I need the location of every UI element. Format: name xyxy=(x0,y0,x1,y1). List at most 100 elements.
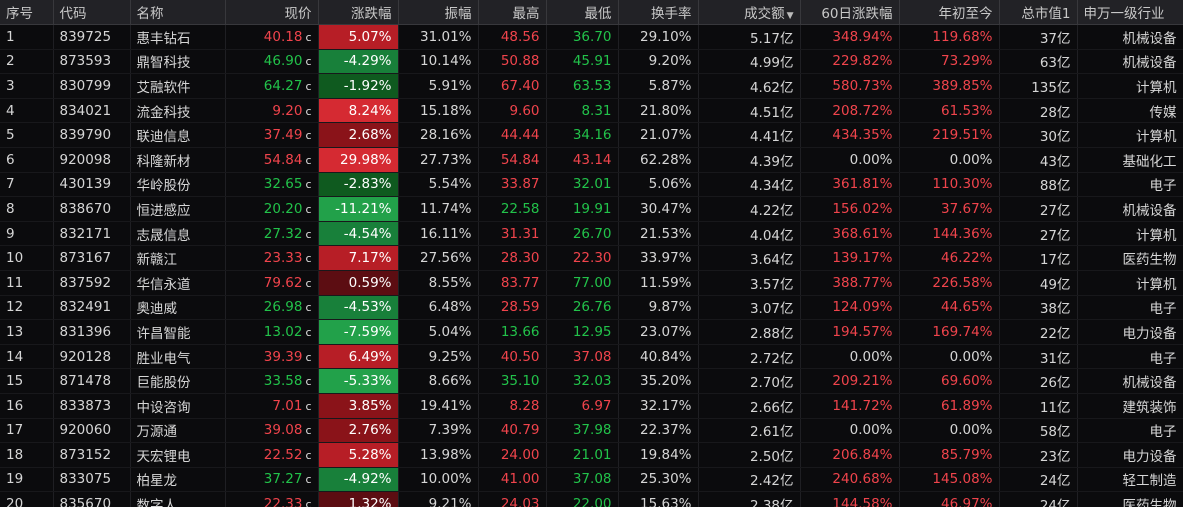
change-ytd: 389.85% xyxy=(899,73,1000,99)
change-ytd-value: 144.36% xyxy=(932,225,993,242)
stock-name-value: 惠丰钻石 xyxy=(136,30,191,47)
industry-value: 医药生物 xyxy=(1122,252,1177,269)
table-row[interactable]: 8 838670 恒进感应 20.20 c -11.21% 11.74% 22.58 19.91… xyxy=(0,196,1183,222)
stock-code-value: 833075 xyxy=(59,471,112,488)
industry-value: 电子 xyxy=(1149,178,1177,195)
table-row[interactable]: 10 873167 新赣江 23.33 c 7.17% 27.56% 28.30 22.30 33… xyxy=(0,245,1183,271)
table-row[interactable]: 20 835670 数字人 22.33 c 1.32% 9.21% 24.03 22.00 15.… xyxy=(0,491,1183,507)
amplitude: 7.39% xyxy=(398,418,479,444)
market-cap: 49亿 xyxy=(999,270,1078,296)
stock-code-value: 830799 xyxy=(59,77,112,94)
table-row[interactable]: 13 831396 许昌智能 13.02 c -7.59% 5.04% 13.66 12.95 2… xyxy=(0,319,1183,345)
trading-volume: 2.70亿 xyxy=(698,368,801,394)
table-row[interactable]: 19 833075 柏星龙 37.27 c -4.92% 10.00% 41.00 37.08 2… xyxy=(0,467,1183,493)
col-header-industry[interactable]: 申万一级行业 xyxy=(1077,0,1183,25)
change-ytd: 0.00% xyxy=(899,147,1000,173)
market-cap: 26亿 xyxy=(999,368,1078,394)
change-60d-value: 194.57% xyxy=(832,323,893,340)
current-price-value: 39.39 xyxy=(263,348,303,365)
turnover-rate-value: 62.28% xyxy=(640,151,692,168)
trading-volume: 2.61亿 xyxy=(698,418,801,444)
col-header-60d-change[interactable]: 60日涨跌幅 xyxy=(800,0,900,25)
table-row[interactable]: 16 833873 中设咨询 7.01 c 3.85% 19.41% 8.28 6.97 32.1… xyxy=(0,393,1183,419)
current-price-value: 40.18 xyxy=(263,28,303,45)
stock-name: 新赣江 xyxy=(130,245,226,271)
amplitude: 13.98% xyxy=(398,442,479,468)
table-row[interactable]: 6 920098 科隆新材 54.84 c 29.98% 27.73% 54.84 43.14 6… xyxy=(0,147,1183,173)
trading-volume-value: 4.04亿 xyxy=(749,227,794,244)
table-row[interactable]: 11 837592 华信永道 79.62 c 0.59% 8.55% 83.77 77.00 11… xyxy=(0,270,1183,296)
low-price-value: 26.70 xyxy=(572,225,612,242)
col-header-ytd[interactable]: 年初至今 xyxy=(899,0,1000,25)
table-row[interactable]: 17 920060 万源通 39.08 c 2.76% 7.39% 40.79 37.98 22.… xyxy=(0,418,1183,444)
row-index: 8 xyxy=(0,196,54,222)
high-price-value: 48.56 xyxy=(500,28,540,45)
amplitude-value: 9.25% xyxy=(428,348,472,365)
market-cap: 11亿 xyxy=(999,393,1078,419)
col-header-low[interactable]: 最低 xyxy=(546,0,619,25)
stock-name: 联迪信息 xyxy=(130,122,226,148)
current-price: 46.90 c xyxy=(225,49,319,75)
stock-name: 巨能股份 xyxy=(130,368,226,394)
change-60d-value: 156.02% xyxy=(832,200,893,217)
col-header-volume[interactable]: 成交额 ▼ xyxy=(698,0,801,25)
table-row[interactable]: 12 832491 奥迪威 26.98 c -4.53% 6.48% 28.59 26.76 9.… xyxy=(0,295,1183,321)
col-header-high[interactable]: 最高 xyxy=(478,0,547,25)
amplitude-value: 5.54% xyxy=(428,176,472,193)
change-percent-value: 8.24% xyxy=(348,102,392,119)
table-row[interactable]: 3 830799 艾融软件 64.27 c -1.92% 5.91% 67.40 63.53 5.… xyxy=(0,73,1183,99)
col-header-change[interactable]: 涨跌幅 xyxy=(318,0,399,25)
change-60d: 124.09% xyxy=(800,295,900,321)
market-cap: 43亿 xyxy=(999,147,1078,173)
change-60d-value: 209.21% xyxy=(832,373,893,390)
low-price: 32.01 xyxy=(546,172,619,198)
current-price-value: 79.62 xyxy=(263,274,303,291)
current-price: 40.18 c xyxy=(225,24,319,50)
change-percent: 5.07% xyxy=(318,24,399,50)
table-row[interactable]: 2 873593 鼎智科技 46.90 c -4.29% 10.14% 50.88 45.91 9… xyxy=(0,49,1183,75)
amplitude-value: 10.00% xyxy=(420,471,472,488)
col-header-price[interactable]: 现价 xyxy=(225,0,319,25)
high-price: 22.58 xyxy=(478,196,547,222)
col-header-amplitude[interactable]: 振幅 xyxy=(398,0,479,25)
change-60d-value: 206.84% xyxy=(832,446,893,463)
table-row[interactable]: 15 871478 巨能股份 33.58 c -5.33% 8.66% 35.10 32.03 3… xyxy=(0,368,1183,394)
table-row[interactable]: 4 834021 流金科技 9.20 c 8.24% 15.18% 9.60 8.31 21.80… xyxy=(0,98,1183,124)
change-percent-value: -4.53% xyxy=(343,299,392,316)
stock-name-value: 科隆新材 xyxy=(136,153,191,170)
current-price: 13.02 c xyxy=(225,319,319,345)
high-price-value: 83.77 xyxy=(500,274,540,291)
market-cap-value: 31亿 xyxy=(1039,350,1071,367)
high-price-value: 50.88 xyxy=(500,53,540,70)
current-price-value: 37.49 xyxy=(263,127,303,144)
change-ytd: 145.08% xyxy=(899,467,1000,493)
table-row[interactable]: 7 430139 华岭股份 32.65 c -2.83% 5.54% 33.87 32.01 5.… xyxy=(0,172,1183,198)
table-row[interactable]: 14 920128 胜业电气 39.39 c 6.49% 9.25% 40.50 37.08 40… xyxy=(0,344,1183,370)
change-60d-value: 139.17% xyxy=(832,250,893,267)
market-cap-value: 38亿 xyxy=(1039,301,1071,318)
col-header-code[interactable]: 代码 xyxy=(53,0,131,25)
col-header-index[interactable]: 序号 xyxy=(0,0,54,25)
table-row[interactable]: 9 832171 志晟信息 27.32 c -4.54% 16.11% 31.31 26.70 2… xyxy=(0,221,1183,247)
turnover-rate: 9.87% xyxy=(618,295,699,321)
sort-desc-icon[interactable]: ▼ xyxy=(787,11,794,21)
col-header-name[interactable]: 名称 xyxy=(130,0,226,25)
stock-code: 830799 xyxy=(53,73,131,99)
amplitude: 19.41% xyxy=(398,393,479,419)
col-header-turnover[interactable]: 换手率 xyxy=(618,0,699,25)
stock-name: 华信永道 xyxy=(130,270,226,296)
table-row[interactable]: 18 873152 天宏锂电 22.52 c 5.28% 13.98% 24.00 21.01 1… xyxy=(0,442,1183,468)
stock-name: 艾融软件 xyxy=(130,73,226,99)
market-cap-value: 63亿 xyxy=(1039,55,1071,72)
current-price: 22.33 c xyxy=(225,491,319,507)
turnover-rate: 23.07% xyxy=(618,319,699,345)
table-row[interactable]: 5 839790 联迪信息 37.49 c 2.68% 28.16% 44.44 34.16 21… xyxy=(0,122,1183,148)
col-header-market-cap[interactable]: 总市值1 xyxy=(999,0,1078,25)
change-60d: 0.00% xyxy=(800,147,900,173)
amplitude-value: 7.39% xyxy=(428,422,472,439)
change-percent-value: 5.28% xyxy=(348,446,392,463)
stock-name: 恒进感应 xyxy=(130,196,226,222)
change-60d: 348.94% xyxy=(800,24,900,50)
table-row[interactable]: 1 839725 惠丰钻石 40.18 c 5.07% 31.01% 48.56 36.70 29… xyxy=(0,24,1183,50)
amplitude-value: 27.73% xyxy=(420,151,472,168)
